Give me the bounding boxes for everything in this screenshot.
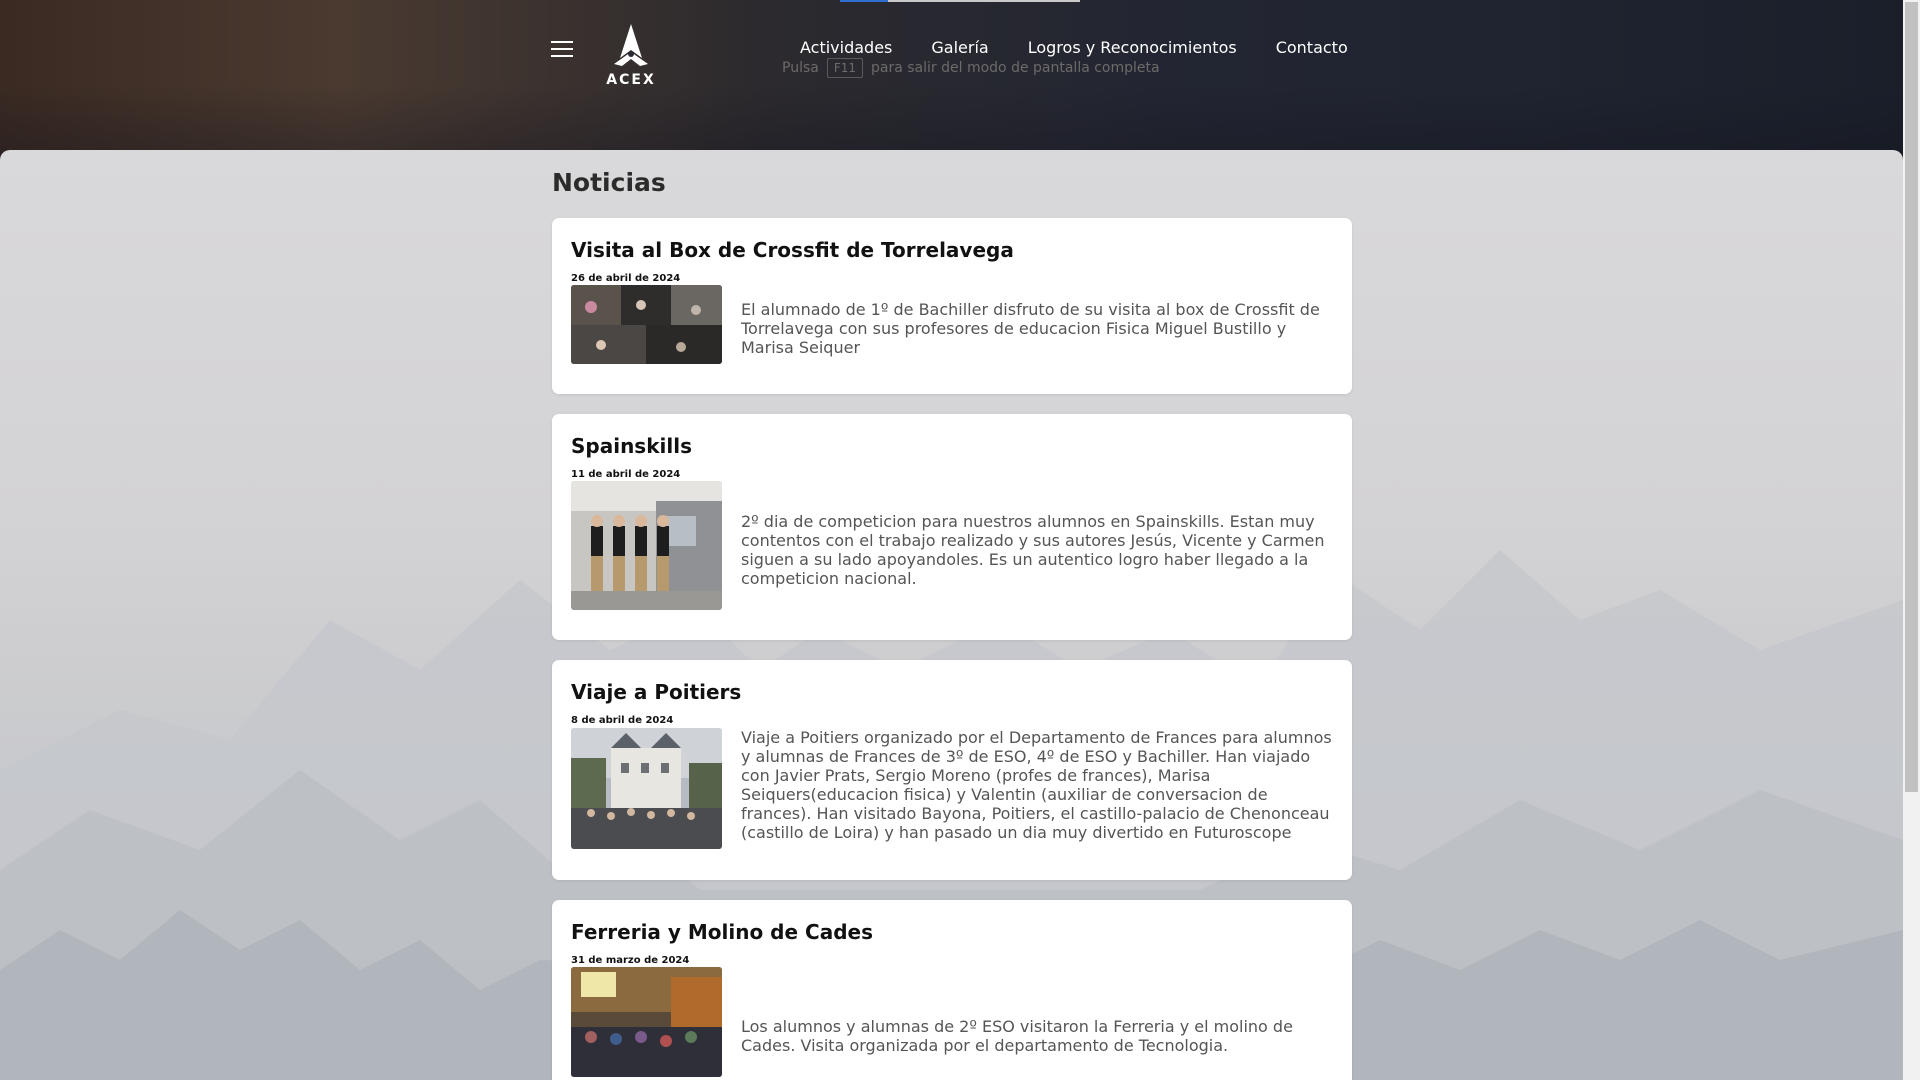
nav-link-contacto[interactable]: Contacto: [1276, 38, 1348, 57]
news-photo-spainskills: [571, 481, 722, 610]
fullscreen-hint: Pulsa F11 para salir del modo de pantall…: [782, 58, 1160, 78]
nav-link-logros[interactable]: Logros y Reconocimientos: [1028, 38, 1237, 57]
news-date: 11 de abril de 2024: [571, 469, 681, 480]
news-section: Noticias Visita al Box de Crossfit de To…: [0, 150, 1903, 1080]
hamburger-bar: [551, 55, 573, 57]
site-header: ACEX Actividades Galería Logros y Recono…: [0, 0, 1903, 155]
news-date: 8 de abril de 2024: [571, 715, 674, 726]
fullscreen-hint-key: F11: [826, 58, 864, 78]
fullscreen-indicator-track: [888, 0, 1080, 2]
page-title: Noticias: [552, 168, 666, 197]
hamburger-bar: [551, 48, 573, 50]
logo-emblem-icon: [614, 24, 648, 66]
news-image[interactable]: [571, 285, 722, 364]
menu-toggle-button[interactable]: [551, 38, 573, 60]
news-summary: Viaje a Poitiers organizado por el Depar…: [741, 728, 1332, 842]
news-title[interactable]: Viaje a Poitiers: [571, 680, 741, 704]
site-logo[interactable]: ACEX: [600, 22, 662, 88]
fullscreen-hint-before: Pulsa: [782, 60, 819, 76]
nav-link-galeria[interactable]: Galería: [931, 38, 988, 57]
news-card[interactable]: Viaje a Poitiers 8 de abril de 2024 Viaj…: [552, 660, 1352, 880]
main-nav: Actividades Galería Logros y Reconocimie…: [800, 38, 1348, 57]
news-date: 26 de abril de 2024: [571, 273, 681, 284]
browser-viewport: ACEX Actividades Galería Logros y Recono…: [0, 0, 1903, 1080]
scrollbar-thumb[interactable]: [1905, 2, 1918, 792]
news-title[interactable]: Ferreria y Molino de Cades: [571, 920, 873, 944]
news-card[interactable]: Ferreria y Molino de Cades 31 de marzo d…: [552, 900, 1352, 1080]
fullscreen-hint-after: para salir del modo de pantalla completa: [871, 60, 1160, 76]
news-summary: El alumnado de 1º de Bachiller disfruto …: [741, 300, 1320, 357]
news-card[interactable]: Spainskills 11 de abril de 2024 2º dia d…: [552, 414, 1352, 640]
news-image[interactable]: [571, 728, 722, 849]
news-image[interactable]: [571, 967, 722, 1077]
news-photo-poitiers: [571, 728, 722, 849]
fullscreen-indicator: [840, 0, 888, 2]
news-image[interactable]: [571, 481, 722, 610]
news-date: 31 de marzo de 2024: [571, 955, 690, 966]
news-photo-ferreria: [571, 967, 722, 1077]
news-card[interactable]: Visita al Box de Crossfit de Torrelavega…: [552, 218, 1352, 394]
logo-text: ACEX: [606, 72, 656, 88]
news-summary: 2º dia de competicion para nuestros alum…: [741, 512, 1325, 588]
news-title[interactable]: Spainskills: [571, 434, 692, 458]
nav-link-actividades[interactable]: Actividades: [800, 38, 892, 57]
news-summary: Los alumnos y alumnas de 2º ESO visitaro…: [741, 1017, 1293, 1055]
news-title[interactable]: Visita al Box de Crossfit de Torrelavega: [571, 238, 1014, 262]
hamburger-bar: [551, 41, 573, 43]
news-photo-crossfit: [571, 285, 722, 364]
vertical-scrollbar[interactable]: [1903, 0, 1920, 1080]
